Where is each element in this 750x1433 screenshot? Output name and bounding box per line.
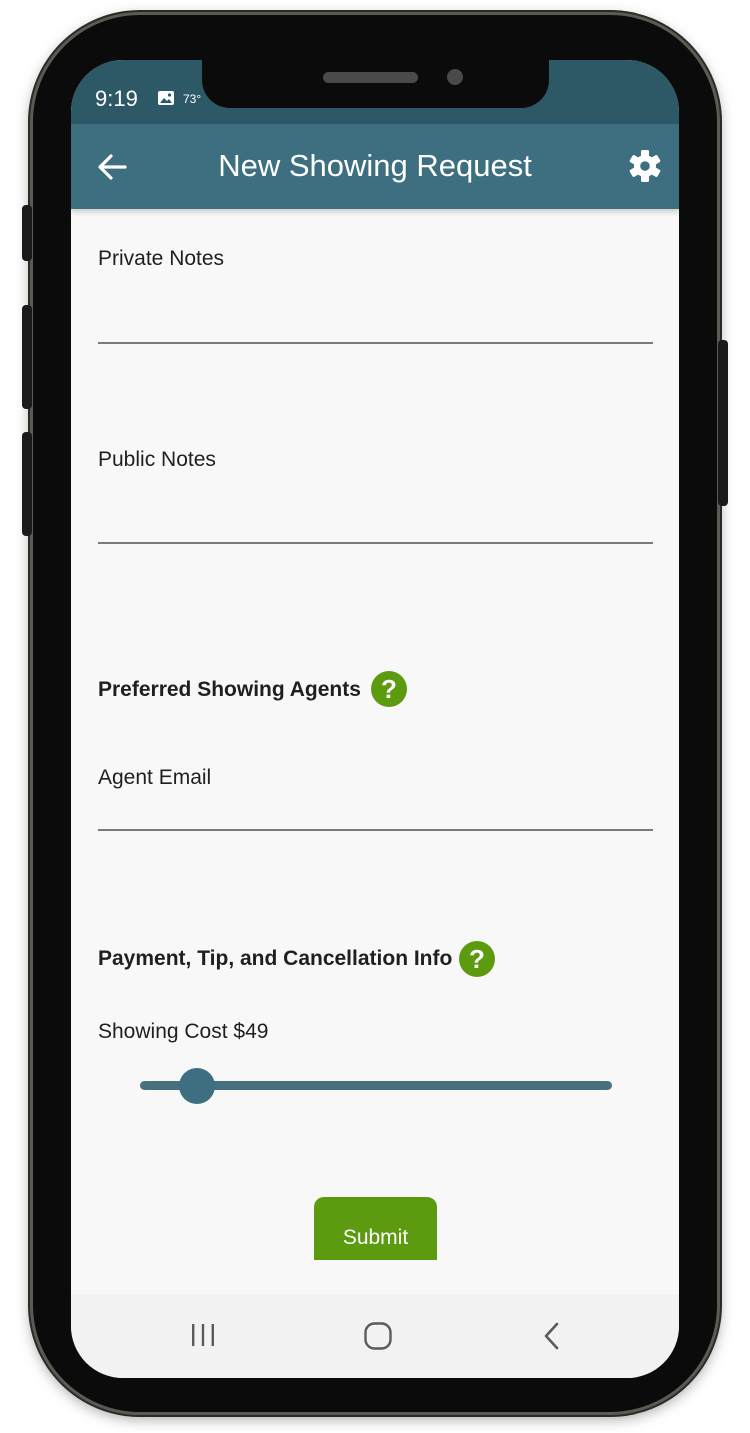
back-chevron-icon[interactable] (541, 1321, 563, 1351)
showing-cost-label: Showing Cost $49 (98, 1020, 269, 1043)
screen: 9:19 73° New Showing Request Private Not… (71, 60, 679, 1378)
payment-info-title: Payment, Tip, and Cancellation Info (98, 947, 453, 970)
page-title: New Showing Request (218, 148, 532, 183)
public-notes-label: Public Notes (98, 448, 216, 471)
gear-icon[interactable] (627, 148, 663, 184)
phone-side-button (718, 340, 728, 506)
submit-button[interactable]: Submit (314, 1197, 437, 1260)
recents-icon[interactable] (189, 1322, 217, 1348)
private-notes-field[interactable] (98, 342, 653, 344)
phone-side-button (22, 432, 32, 536)
question-circle-icon[interactable]: ? (371, 671, 407, 707)
camera-notch (202, 60, 549, 108)
question-circle-icon[interactable]: ? (459, 941, 495, 977)
app-bar: New Showing Request (71, 124, 679, 209)
image-icon (157, 90, 175, 106)
system-nav-bar (71, 1294, 679, 1378)
phone-side-button (22, 305, 32, 409)
front-camera (447, 69, 463, 85)
status-time: 9:19 (95, 86, 138, 111)
status-temperature: 73° (183, 92, 202, 106)
showing-cost-slider-thumb[interactable] (178, 1068, 215, 1104)
phone-side-button (22, 205, 32, 261)
speaker-grille (323, 72, 418, 83)
preferred-agents-title: Preferred Showing Agents (98, 678, 361, 701)
public-notes-field[interactable] (98, 542, 653, 544)
agent-email-field[interactable] (98, 829, 653, 831)
agent-email-label: Agent Email (98, 766, 212, 789)
home-icon[interactable] (363, 1321, 393, 1351)
private-notes-label: Private Notes (98, 247, 225, 270)
